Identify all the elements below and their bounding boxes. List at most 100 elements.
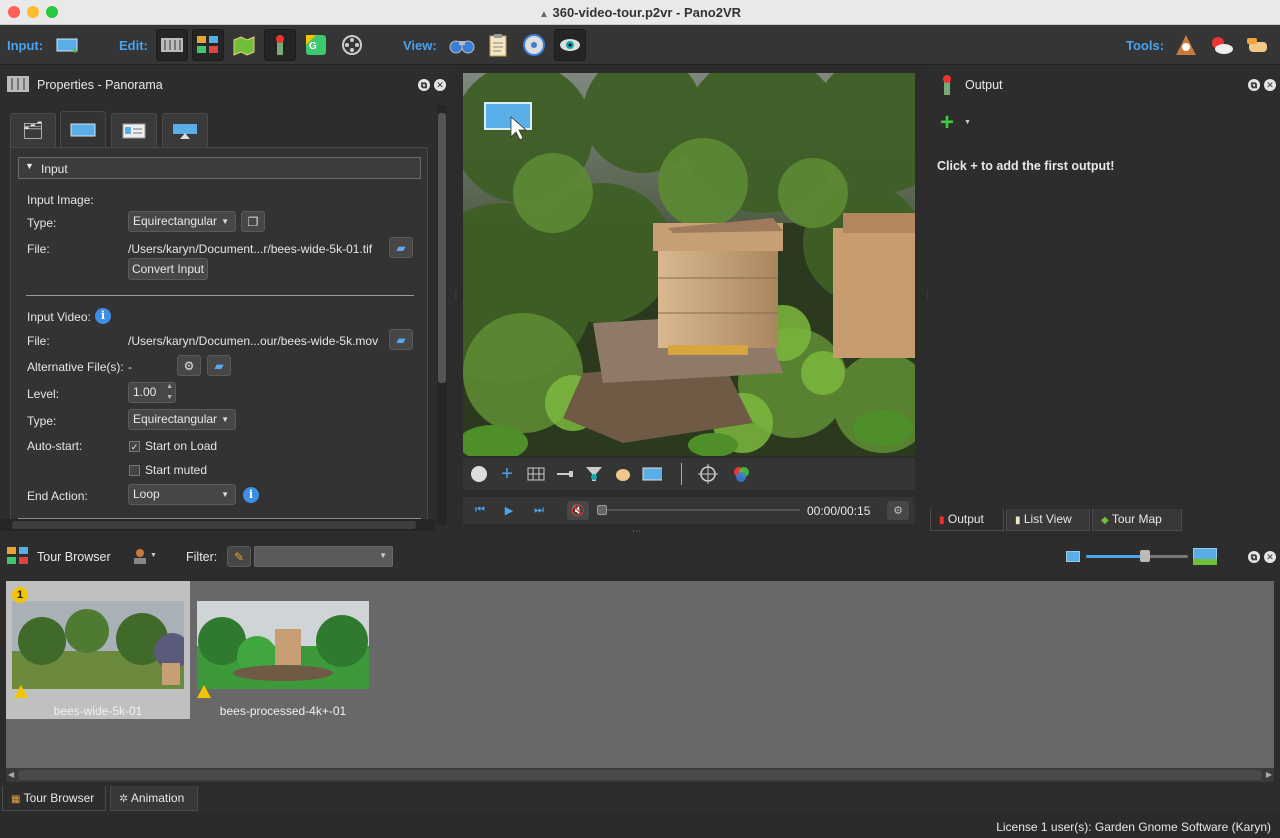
tab-output[interactable]: ▮ Output <box>930 509 1004 531</box>
scroll-right-icon[interactable]: ▶ <box>1266 770 1272 779</box>
add-output-button[interactable]: + ▼ <box>940 109 974 136</box>
properties-vertical-scrollbar[interactable] <box>437 105 447 525</box>
zoom-window-button[interactable] <box>46 6 58 18</box>
browse-video-button[interactable]: ▰ <box>389 329 413 350</box>
pan-hand-icon[interactable] <box>613 464 633 484</box>
splitter-handle[interactable]: ⋯ <box>632 527 652 536</box>
tab-user-data[interactable] <box>111 113 157 147</box>
tab-animation[interactable]: ✲ Animation <box>110 786 198 811</box>
alt-files-settings-button[interactable]: ⚙ <box>177 355 201 376</box>
tour-item[interactable]: bees-processed-4k+-01 <box>196 581 370 719</box>
filter-tag-button[interactable]: ✎ <box>227 546 251 567</box>
close-panel-icon[interactable]: ✕ <box>434 79 446 91</box>
stepper-arrows-icon[interactable]: ▲ ▼ <box>166 381 173 403</box>
browse-image-button[interactable]: ▰ <box>389 237 413 258</box>
tab-tour-map[interactable]: ◆ Tour Map <box>1092 509 1182 531</box>
viewer-icon[interactable] <box>518 29 550 61</box>
preview-eye-icon[interactable] <box>554 29 586 61</box>
funnel-icon[interactable] <box>584 464 604 484</box>
skin-editor-icon[interactable] <box>264 29 296 61</box>
skip-forward-icon[interactable]: ⏭ <box>528 501 550 520</box>
tab-tour-browser[interactable]: ▦ Tour Browser <box>2 786 106 811</box>
tab-project[interactable]: 🗂 <box>10 113 56 147</box>
info-icon[interactable]: i <box>243 487 259 503</box>
float-panel-icon[interactable]: ⧉ <box>418 79 430 91</box>
chevron-down-icon: ▼ <box>150 552 157 559</box>
filter-combobox[interactable]: ▼ <box>254 546 393 567</box>
playback-handle[interactable] <box>597 505 607 515</box>
tab-list-view[interactable]: ▮ List View <box>1006 509 1090 531</box>
video-settings-icon[interactable]: ⚙ <box>887 501 909 520</box>
gnome-tool-icon[interactable] <box>1170 29 1202 61</box>
scrollbar-thumb[interactable] <box>438 113 446 383</box>
scroll-left-icon[interactable]: ◀ <box>8 770 14 779</box>
playback-progress-track[interactable] <box>600 509 800 511</box>
chevron-down-icon: ▼ <box>964 119 971 126</box>
sort-menu-button[interactable]: ▼ <box>132 547 158 567</box>
properties-header: Properties - Panorama ⧉ ✕ <box>0 73 452 97</box>
thumbnail-size-slider[interactable] <box>1086 555 1188 558</box>
input-video-label: Input Video: <box>27 310 91 324</box>
add-panorama-icon[interactable]: + <box>52 29 84 61</box>
browse-alt-files-button[interactable]: ▰ <box>207 355 231 376</box>
level-value: 1.00 <box>133 385 157 399</box>
start-on-load-checkbox[interactable]: ✓ <box>129 441 140 452</box>
animation-editor-icon[interactable] <box>336 29 368 61</box>
main-toolbar: Input: + Edit: G View: Tools: <box>0 25 1280 65</box>
gear-icon: ⚙ <box>183 358 195 373</box>
key-icon[interactable] <box>555 464 575 484</box>
panorama-view-icon[interactable] <box>642 464 662 484</box>
input-section-header[interactable]: ▼ Input <box>18 157 421 179</box>
target-icon[interactable] <box>698 464 718 484</box>
scrollbar-thumb[interactable] <box>18 770 1262 780</box>
close-panel-icon[interactable]: ✕ <box>1264 551 1276 563</box>
viewer-toolbar: + <box>463 458 915 490</box>
binoculars-icon[interactable] <box>446 29 478 61</box>
grid-icon[interactable] <box>526 464 546 484</box>
video-type-select[interactable]: Equirectangular ▼ <box>128 409 236 430</box>
level-label: Level: <box>27 387 60 401</box>
float-panel-icon[interactable]: ⧉ <box>1248 551 1260 563</box>
slider-handle[interactable] <box>1140 550 1150 562</box>
image-type-select[interactable]: Equirectangular ▼ <box>128 211 236 232</box>
crosshair-plus-icon[interactable]: + <box>497 463 517 485</box>
tab-viewing-parameters[interactable] <box>162 113 208 147</box>
tour-item-selected[interactable]: 1 bees-wide-5k-01 <box>6 581 190 719</box>
beehive-panorama-scene <box>463 73 915 456</box>
play-icon[interactable]: ▶ <box>498 501 520 520</box>
close-window-button[interactable] <box>8 6 20 18</box>
hand-tool-icon[interactable] <box>1242 29 1274 61</box>
skip-back-icon[interactable]: ⏮ <box>469 501 491 520</box>
tour-start-badge: 1 <box>12 587 28 603</box>
start-muted-checkbox[interactable] <box>129 465 140 476</box>
splitter-handle[interactable]: ⋮ <box>452 290 460 310</box>
info-icon[interactable]: i <box>95 308 111 324</box>
tab-panorama[interactable] <box>60 111 106 148</box>
copy-icon: ❐ <box>247 214 259 229</box>
minimize-window-button[interactable] <box>27 6 39 18</box>
color-channels-icon[interactable] <box>731 464 751 484</box>
convert-input-button[interactable]: Convert Input <box>128 258 208 280</box>
google-maps-icon[interactable]: G <box>300 29 332 61</box>
float-panel-icon[interactable]: ⧉ <box>1248 79 1260 91</box>
tab-animation-label: Animation <box>130 791 185 805</box>
end-action-select[interactable]: Loop ▼ <box>128 484 236 505</box>
tour-map-icon[interactable] <box>228 29 260 61</box>
panorama-viewport[interactable] <box>463 73 915 456</box>
level-stepper[interactable]: 1.00 ▲ ▼ <box>128 382 176 403</box>
scrollbar-thumb[interactable] <box>12 521 416 529</box>
clipboard-icon[interactable] <box>482 29 514 61</box>
playback-time: 00:00/00:15 <box>807 504 871 518</box>
compass-icon[interactable] <box>469 464 489 484</box>
tour-browser-icon[interactable] <box>192 29 224 61</box>
view-parameters-icon <box>173 123 197 139</box>
mute-icon[interactable]: 🔇 <box>567 501 589 520</box>
close-panel-icon[interactable]: ✕ <box>1264 79 1276 91</box>
alt-files-value: - <box>128 360 132 374</box>
properties-editor-icon[interactable] <box>156 29 188 61</box>
copy-button[interactable]: ❐ <box>241 211 265 232</box>
weather-tool-icon[interactable] <box>1206 29 1238 61</box>
tour-browser-horizontal-scrollbar[interactable]: ◀ ▶ <box>6 768 1274 782</box>
properties-horizontal-scrollbar[interactable] <box>0 519 436 531</box>
svg-text:G: G <box>309 41 317 52</box>
